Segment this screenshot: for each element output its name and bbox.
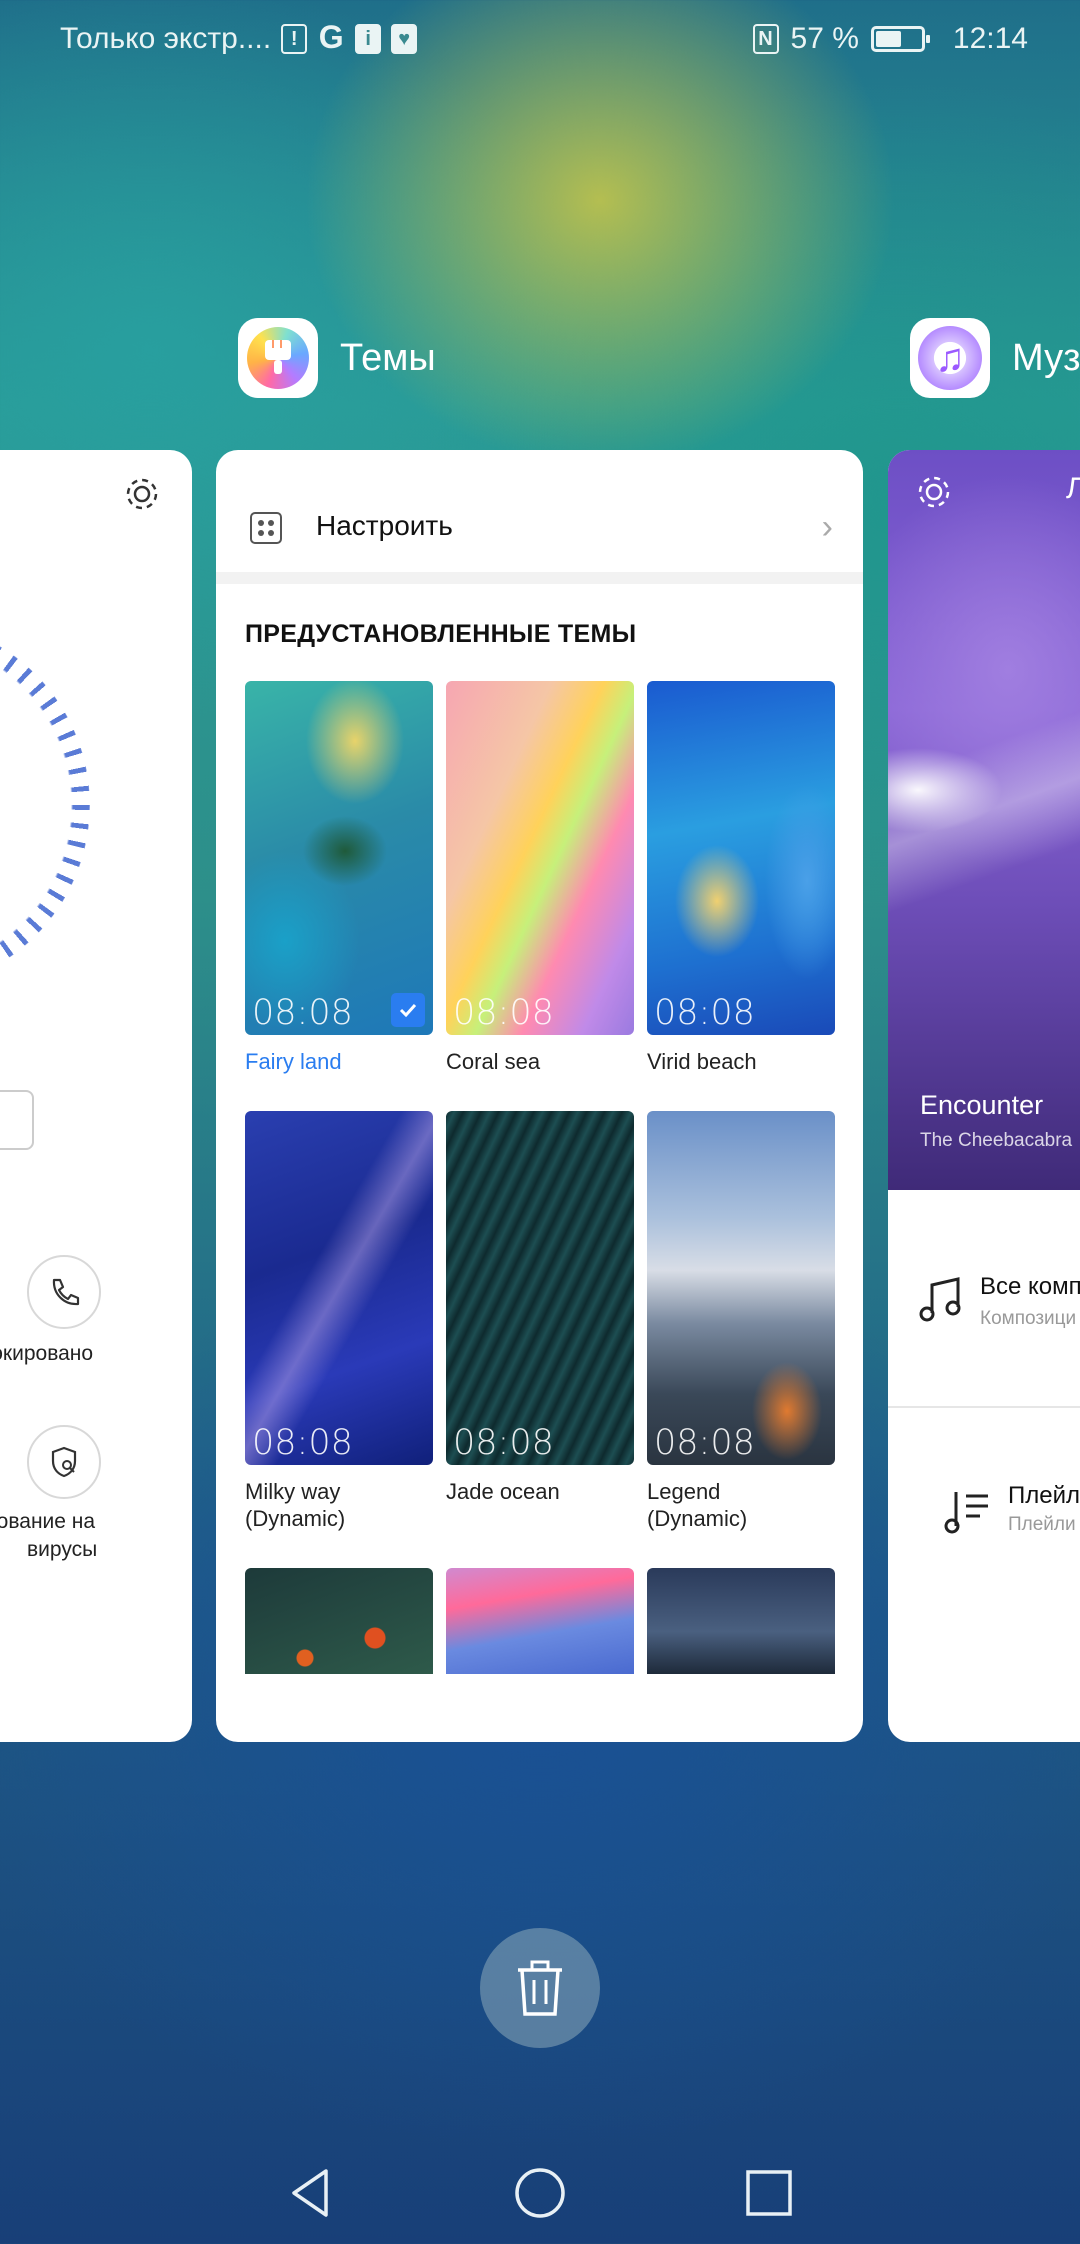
settings-gear-icon[interactable] (120, 472, 164, 516)
blocked-label: аблокировано (0, 1342, 94, 1365)
button-outline[interactable] (0, 1090, 34, 1150)
battery-icon (870, 26, 930, 52)
playlist-icon (944, 1492, 988, 1534)
google-icon: G (318, 19, 344, 55)
brush-icon (265, 340, 291, 374)
theme-name-fairy-land: Fairy land (245, 1049, 342, 1074)
theme-thumb-milky-way[interactable]: 08:08 (245, 1111, 433, 1465)
clock: 12:14 (952, 22, 1028, 55)
music-app-name: Муз (1012, 336, 1080, 379)
themes-app-name: Темы (340, 336, 436, 379)
music-app-icon[interactable]: ♫ (910, 318, 990, 398)
theme-thumb-row3-1[interactable] (245, 1568, 433, 1674)
home-circle-icon (515, 2168, 565, 2218)
music-app-header[interactable]: ♫ Муз (910, 318, 1080, 398)
recents-button[interactable] (734, 2158, 804, 2228)
themes-app-card[interactable]: Настроить › ПРЕДУСТАНОВЛЕННЫЕ ТЕМЫ 08:08… (216, 450, 863, 1742)
navigation-bar (0, 2140, 1080, 2244)
selected-check-icon (391, 993, 425, 1027)
music-app-card[interactable]: Л Encounter The Cheebacabra Все комп Ком… (888, 450, 1080, 1742)
theme-thumb-fairy-land[interactable]: 08:08 (245, 681, 433, 1035)
all-songs-title: Все комп (980, 1273, 1080, 1300)
playlists-subtitle: Плейли (1008, 1514, 1076, 1535)
music-note-icon: ♫ (918, 326, 982, 390)
scan-dial (0, 620, 90, 990)
customize-icon (250, 512, 282, 544)
chevron-right-icon: › (821, 508, 833, 546)
alert-icon: ! (281, 24, 308, 54)
customize-row[interactable]: Настроить › (216, 450, 863, 584)
home-button[interactable] (505, 2158, 575, 2228)
section-title: ПРЕДУСТАНОВЛЕННЫЕ ТЕМЫ (245, 620, 637, 648)
virus-scan-label-line1: анирование на (0, 1510, 96, 1533)
phone-icon (52, 1278, 80, 1306)
track-title: Encounter (920, 1090, 1044, 1120)
status-bar: Только экстр.... ! G i ♥ N 57 % 12:14 (0, 0, 1080, 80)
all-songs-subtitle: Композици (980, 1308, 1077, 1329)
bluetooth-icon: ♥ (391, 24, 418, 54)
optimizer-app-card[interactable]: аблокировано анирование на вирусы (0, 450, 192, 1742)
theme-name-milky-way: Milky way (Dynamic) (245, 1479, 346, 1531)
virus-scan-button[interactable] (27, 1425, 101, 1499)
theme-name-legend: Legend (Dynamic) (647, 1479, 748, 1531)
track-artist: The Cheebacabra (920, 1130, 1073, 1151)
clear-all-button[interactable] (480, 1928, 600, 2048)
theme-thumb-row3-2[interactable] (446, 1568, 634, 1674)
theme-name-coral-sea: Coral sea (446, 1049, 541, 1074)
now-playing-art[interactable]: Л Encounter The Cheebacabra (888, 450, 1080, 1190)
theme-thumb-legend[interactable]: 08:08 (647, 1111, 835, 1465)
notification-text: Только экстр.... (60, 22, 272, 55)
back-button[interactable] (275, 2158, 345, 2228)
battery-percent: 57 % (790, 22, 859, 55)
music-note-icon (919, 1277, 961, 1322)
music-header-letter: Л (1066, 472, 1080, 505)
info-icon: i (355, 24, 382, 54)
theme-name-jade-ocean: Jade ocean (446, 1479, 560, 1504)
shield-search-icon (51, 1446, 77, 1478)
themes-app-icon[interactable] (238, 318, 318, 398)
recents-square-icon (746, 2170, 792, 2216)
theme-name-virid-beach: Virid beach (647, 1049, 757, 1074)
trash-icon (518, 1960, 562, 2016)
all-songs-row[interactable]: Все комп Композици (888, 1190, 1080, 1408)
playlists-row[interactable]: Плейл Плейли (888, 1408, 1080, 1608)
theme-thumb-jade-ocean[interactable]: 08:08 (446, 1111, 634, 1465)
nfc-icon: N (752, 24, 779, 54)
virus-scan-label-line2: вирусы (27, 1538, 98, 1561)
playlists-title: Плейл (1008, 1482, 1080, 1509)
theme-thumb-virid-beach[interactable]: 08:08 (647, 681, 835, 1035)
call-blocked-button[interactable] (27, 1255, 101, 1329)
themes-app-header[interactable]: Темы (238, 318, 436, 398)
back-triangle-icon (292, 2169, 328, 2217)
theme-thumb-coral-sea[interactable]: 08:08 (446, 681, 634, 1035)
customize-label: Настроить (316, 510, 453, 541)
theme-thumb-row3-3[interactable] (647, 1568, 835, 1674)
settings-gear-icon[interactable] (912, 470, 956, 514)
